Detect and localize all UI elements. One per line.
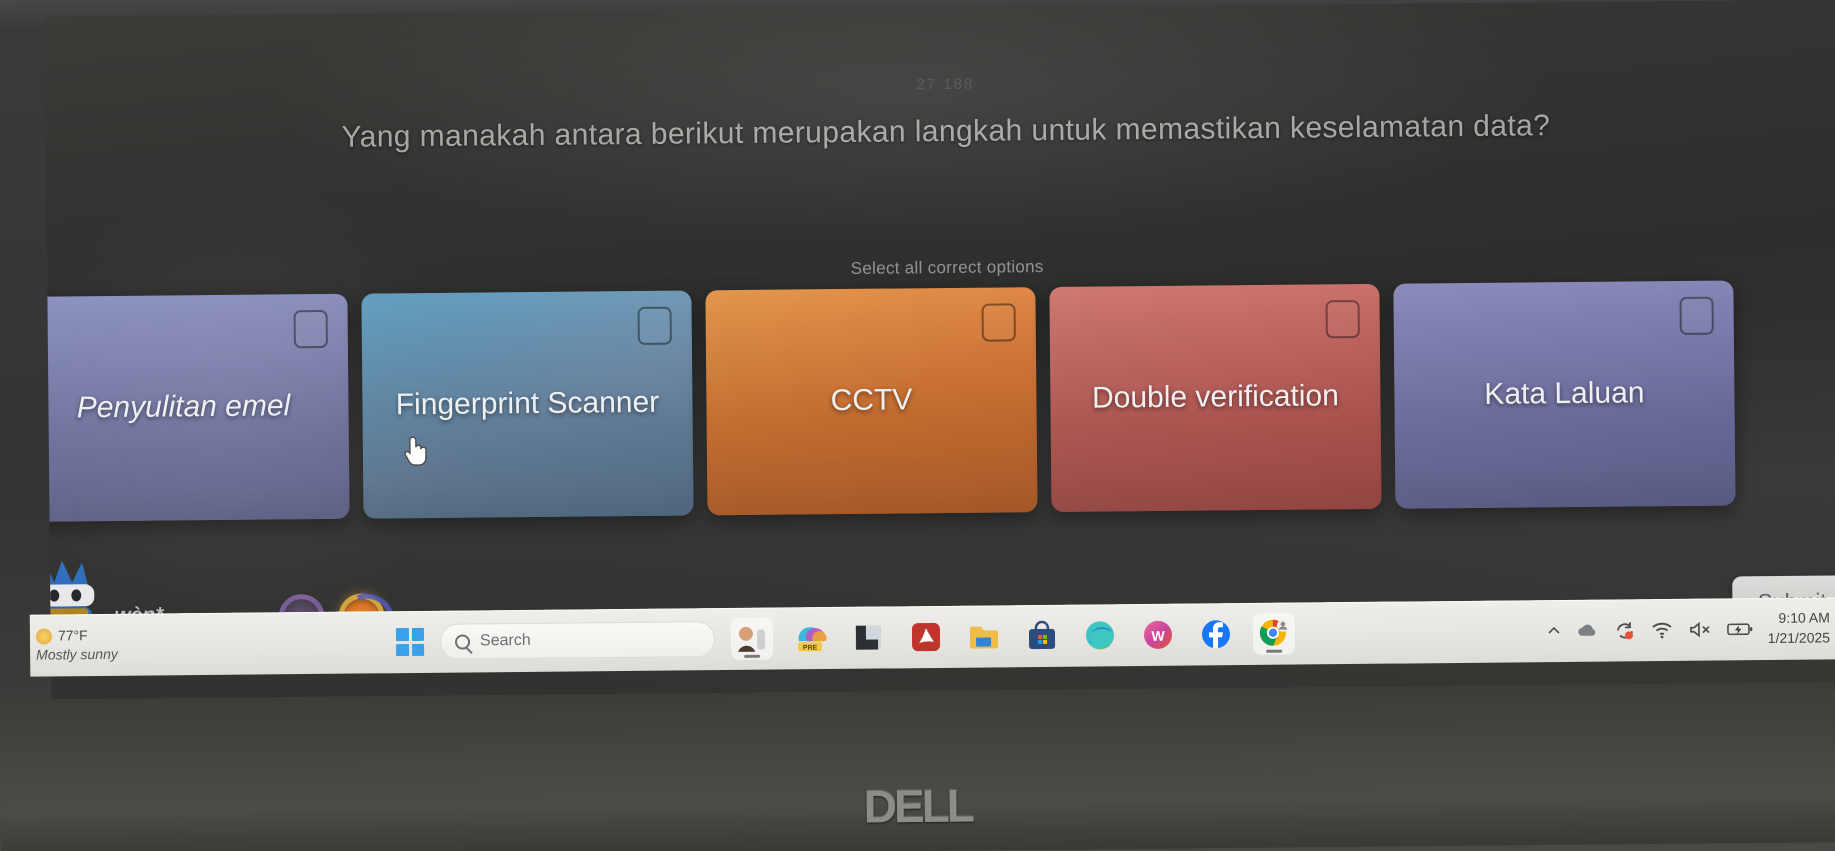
onedrive-cloud-icon[interactable]: [1577, 622, 1599, 640]
answer-label-1: Penyulitan emel: [76, 389, 291, 425]
windows-start-button[interactable]: [395, 627, 425, 657]
search-placeholder: Search: [479, 631, 531, 650]
premiere-elements-app-icon: PRE: [798, 627, 827, 652]
search-icon: [454, 633, 471, 650]
microsoft-store-app-icon: [1028, 620, 1056, 650]
answer-checkbox-1[interactable]: [293, 309, 328, 349]
answer-checkbox-4[interactable]: [1325, 300, 1360, 339]
photos-app-icon: [738, 626, 766, 652]
answer-checkbox-5[interactable]: [1679, 296, 1714, 335]
weather-widget[interactable]: 77°F Mostly sunny: [35, 625, 226, 665]
answer-options-row: Penyulitan emel Fingerprint Scanner CCTV…: [44, 279, 1835, 522]
taskbar-app-premiere-elements[interactable]: PRE: [789, 617, 831, 659]
sun-icon: [35, 628, 53, 645]
answer-tile-3[interactable]: CCTV: [705, 287, 1038, 516]
taskbar-app-dark-l[interactable]: [847, 616, 889, 658]
microsoft-edge-app-icon: [1085, 621, 1114, 650]
question-text: Yang manakah antara berikut merupakan la…: [341, 109, 1551, 154]
speaker-muted-icon[interactable]: [1688, 621, 1712, 639]
answer-label-5: Kata Laluan: [1484, 376, 1645, 412]
system-tray: 9:10 AM 1/21/2025: [1545, 609, 1835, 651]
answer-label-3: CCTV: [830, 383, 913, 418]
taskbar-app-google-chrome[interactable]: [1252, 612, 1296, 655]
taskbar-app-file-explorer[interactable]: [963, 615, 1005, 657]
taskbar-app-wps-office[interactable]: W: [1137, 614, 1179, 656]
answer-tile-4[interactable]: Double verification: [1049, 283, 1382, 513]
taskbar-clock[interactable]: 9:10 AM 1/21/2025: [1767, 609, 1830, 649]
laptop-screen-photo: 27 188 Yang manakah antara berikut merup…: [0, 0, 1835, 851]
svg-text:PRE: PRE: [803, 645, 818, 652]
select-all-hint: Select all correct options: [850, 257, 1044, 278]
google-chrome-app-icon: [1259, 619, 1289, 646]
clock-time: 9:10 AM: [1778, 609, 1830, 627]
adobe-acrobat-app-icon: [911, 623, 941, 652]
quiz-timer: 27 188: [916, 75, 975, 94]
weather-description: Mostly sunny: [36, 645, 118, 663]
clock-date: 1/21/2025: [1767, 629, 1831, 647]
chevron-up-icon[interactable]: [1546, 623, 1562, 639]
taskbar-app-photos[interactable]: [730, 617, 774, 660]
answer-label-2: Fingerprint Scanner: [395, 386, 660, 422]
facebook-app-icon: [1201, 620, 1230, 649]
taskbar-search-box[interactable]: Search: [439, 621, 716, 660]
windows-update-icon[interactable]: [1614, 620, 1636, 640]
dark-l-app-icon: [854, 625, 882, 650]
answer-label-4: Double verification: [1091, 379, 1339, 415]
hand-cursor-icon: [404, 436, 427, 466]
answer-tile-2[interactable]: Fingerprint Scanner: [361, 290, 694, 519]
battery-charging-icon[interactable]: [1726, 621, 1753, 637]
answer-checkbox-2[interactable]: [637, 306, 672, 345]
wps-office-app-icon: W: [1143, 620, 1172, 649]
dell-brand-logo: DELL: [863, 779, 973, 833]
answer-checkbox-3[interactable]: [981, 303, 1016, 342]
taskbar-center: Search PRE W: [226, 610, 1546, 665]
answer-tile-5[interactable]: Kata Laluan: [1393, 280, 1736, 509]
wifi-icon[interactable]: [1651, 621, 1673, 639]
taskbar-app-microsoft-store[interactable]: [1021, 615, 1063, 657]
svg-text:W: W: [1151, 628, 1165, 644]
file-explorer-app-icon: [969, 626, 999, 649]
taskbar-app-adobe-acrobat[interactable]: [905, 616, 947, 658]
weather-temperature: 77°F: [57, 627, 88, 644]
laptop-chassis: DELL: [0, 682, 1835, 851]
answer-tile-1[interactable]: Penyulitan emel: [44, 293, 350, 522]
taskbar-app-microsoft-edge[interactable]: [1079, 614, 1121, 656]
taskbar-app-facebook[interactable]: [1195, 613, 1237, 655]
